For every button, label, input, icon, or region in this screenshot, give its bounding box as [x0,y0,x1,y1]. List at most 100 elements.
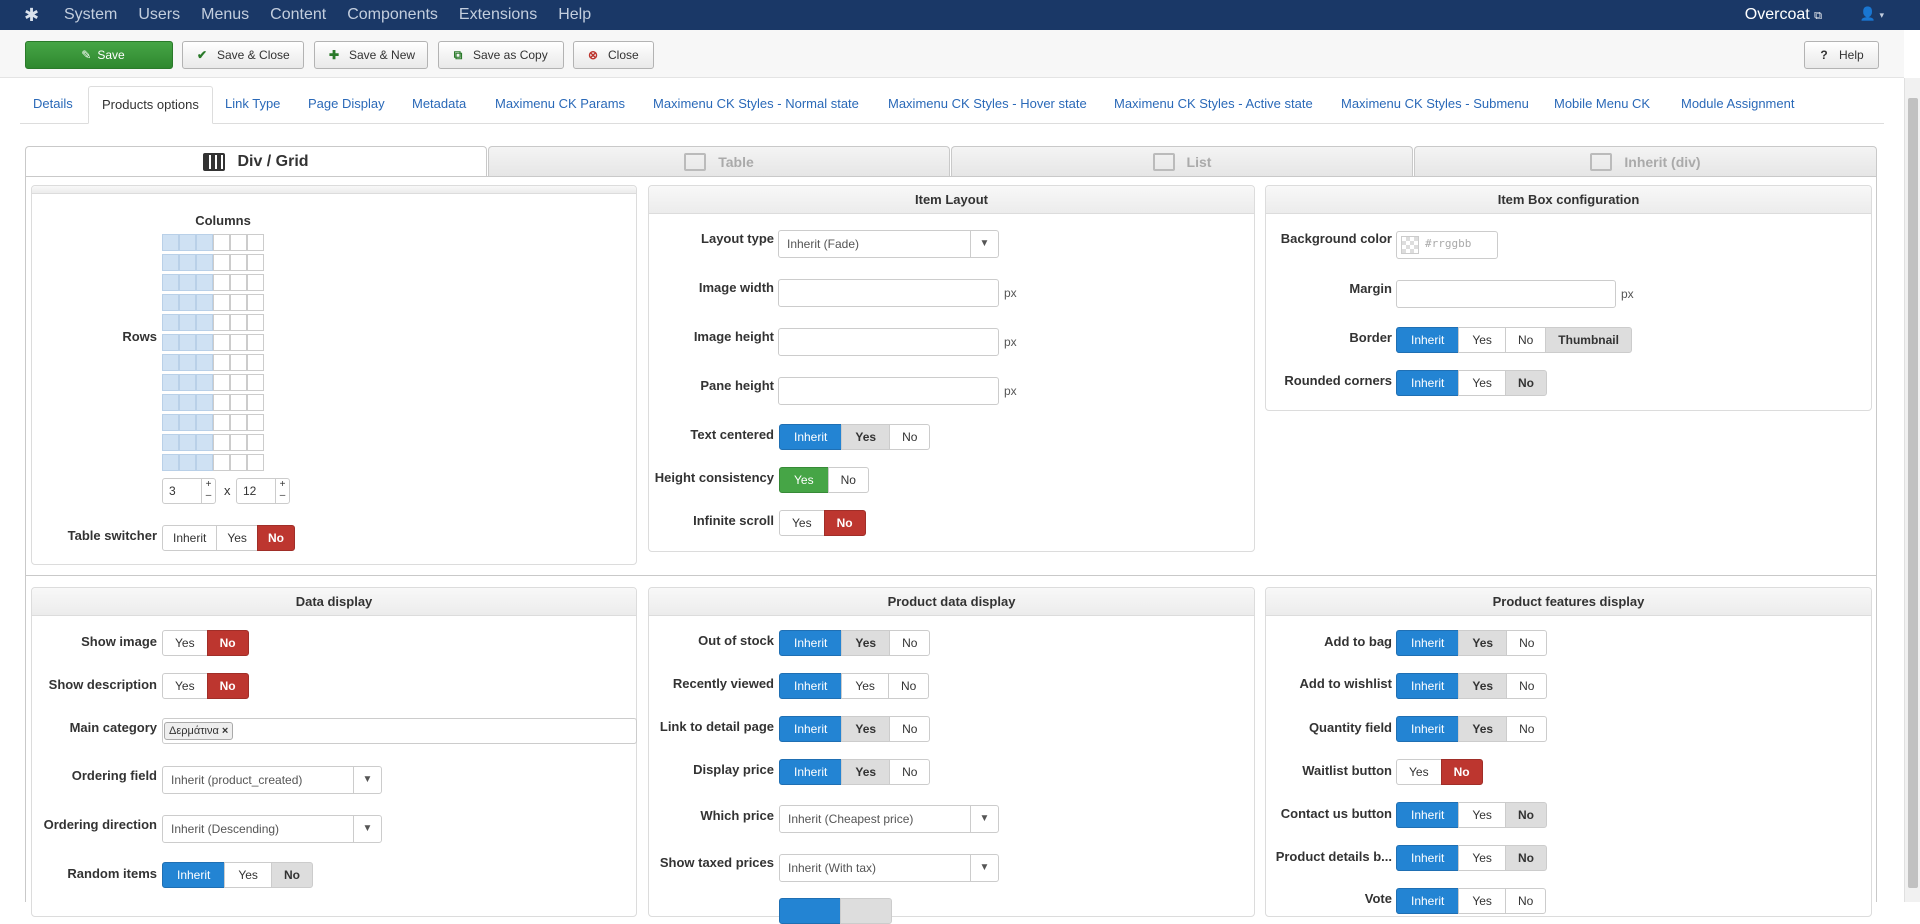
option-inherit[interactable]: Inherit [1396,370,1460,396]
option-inherit[interactable]: Inherit [779,673,843,699]
grid-cell[interactable] [196,234,213,251]
grid-cell[interactable] [213,294,230,311]
bg-color-input[interactable]: #rrggbb [1396,231,1498,259]
image-width-input[interactable] [778,279,999,307]
view-tab-list[interactable]: List [951,146,1413,176]
tab-module-assignment[interactable]: Module Assignment [1668,86,1807,124]
option-no[interactable]: No [889,630,931,656]
grid-cell[interactable] [162,274,179,291]
option-inherit[interactable]: Inherit [1396,716,1460,742]
option-yes[interactable]: Yes [779,510,825,536]
option-yes[interactable]: Yes [162,673,208,699]
view-tab-table[interactable]: Table [488,146,950,176]
view-tab-grid[interactable]: Div / Grid [25,146,487,176]
option-inherit[interactable]: Inherit [779,759,843,785]
grid-cell[interactable] [162,354,179,371]
tab-maximenu-active[interactable]: Maximenu CK Styles - Active state [1101,86,1326,124]
taxed-prices-select[interactable]: Inherit (With tax) ▼ [779,854,999,882]
grid-cell[interactable] [230,294,247,311]
save-copy-button[interactable]: ⧉ Save as Copy [438,41,564,69]
option-inherit[interactable]: Inherit [1396,888,1460,914]
grid-cell[interactable] [179,334,196,351]
grid-cell[interactable] [179,454,196,471]
option-yes[interactable]: Yes [216,525,258,551]
grid-cell[interactable] [179,274,196,291]
scrollbar-thumb[interactable] [1908,98,1918,888]
grid-cell[interactable] [196,334,213,351]
option-yes[interactable]: Yes [1458,716,1508,742]
option-no[interactable]: No [1504,802,1547,828]
save-button[interactable]: ✎ Save [25,41,173,69]
option-yes[interactable]: Yes [1458,802,1506,828]
grid-cell[interactable] [162,434,179,451]
tab-maximenu-params[interactable]: Maximenu CK Params [482,86,638,124]
grid-cell[interactable] [247,314,264,331]
grid-cell[interactable] [196,314,213,331]
pane-height-input[interactable] [778,377,999,405]
option-yes[interactable]: Yes [1396,759,1442,785]
grid-cell[interactable] [247,374,264,391]
option-no[interactable]: No [256,525,295,551]
grid-cell[interactable] [213,394,230,411]
option-yes[interactable]: Yes [841,630,891,656]
grid-cell[interactable] [162,294,179,311]
grid-cell[interactable] [213,374,230,391]
grid-cell[interactable] [247,414,264,431]
grid-cell[interactable] [162,414,179,431]
grid-cell[interactable] [196,454,213,471]
option-yes[interactable]: Yes [841,716,891,742]
menu-content[interactable]: Content [270,6,326,24]
option-no[interactable]: No [889,716,931,742]
option-no[interactable]: No [1440,759,1483,785]
main-category-input[interactable] [162,718,637,744]
option-inherit[interactable]: Inherit [162,862,226,888]
option-no[interactable]: No [1504,845,1547,871]
option-yes[interactable]: Yes [1458,673,1508,699]
option-yes[interactable]: Yes [224,862,272,888]
page-scrollbar[interactable] [1904,78,1920,902]
grid-cell[interactable] [247,294,264,311]
tab-details[interactable]: Details [20,86,86,124]
option-no[interactable]: No [1506,716,1548,742]
tab-maximenu-submenu[interactable]: Maximenu CK Styles - Submenu [1328,86,1542,124]
option-no[interactable]: No [270,862,313,888]
remove-tag-icon[interactable]: × [222,725,228,737]
grid-cell[interactable] [213,314,230,331]
grid-cell[interactable] [247,434,264,451]
option-yes[interactable]: Yes [1458,888,1506,914]
grid-cell[interactable] [213,334,230,351]
option-no[interactable]: No [206,630,249,656]
grid-cell[interactable] [230,394,247,411]
grid-cell[interactable] [230,314,247,331]
grid-cell[interactable] [213,354,230,371]
option-no[interactable]: No [827,467,869,493]
minus-icon[interactable]: – [202,490,215,501]
save-new-button[interactable]: ✚ Save & New [314,41,428,69]
grid-cell[interactable] [213,234,230,251]
tab-mobile-menu[interactable]: Mobile Menu CK [1541,86,1663,124]
option-yes[interactable]: Yes [1458,845,1506,871]
tab-maximenu-normal[interactable]: Maximenu CK Styles - Normal state [640,86,872,124]
option-yes[interactable]: Yes [779,467,829,493]
option-inherit[interactable]: Inherit [1396,327,1460,353]
option-inherit[interactable]: Inherit [1396,802,1460,828]
menu-system[interactable]: System [64,6,117,24]
option-inherit[interactable]: Inherit [1396,845,1460,871]
grid-cell[interactable] [179,394,196,411]
option-no[interactable]: No [823,510,866,536]
plus-icon[interactable]: + [276,479,289,490]
joomla-logo-icon[interactable]: ✱ [24,5,44,25]
grid-cell[interactable] [179,414,196,431]
option-no[interactable]: No [1504,370,1547,396]
grid-cell[interactable] [213,414,230,431]
option-no[interactable]: No [1506,673,1548,699]
option-no[interactable]: No [1504,888,1547,914]
option-no[interactable]: No [889,424,931,450]
tab-maximenu-hover[interactable]: Maximenu CK Styles - Hover state [875,86,1100,124]
option-yes[interactable]: Yes [841,759,891,785]
grid-cell[interactable] [162,254,179,271]
grid-cell[interactable] [179,434,196,451]
which-price-select[interactable]: Inherit (Cheapest price) ▼ [779,805,999,833]
grid-cell[interactable] [247,394,264,411]
option-inherit[interactable]: Inherit [162,525,218,551]
